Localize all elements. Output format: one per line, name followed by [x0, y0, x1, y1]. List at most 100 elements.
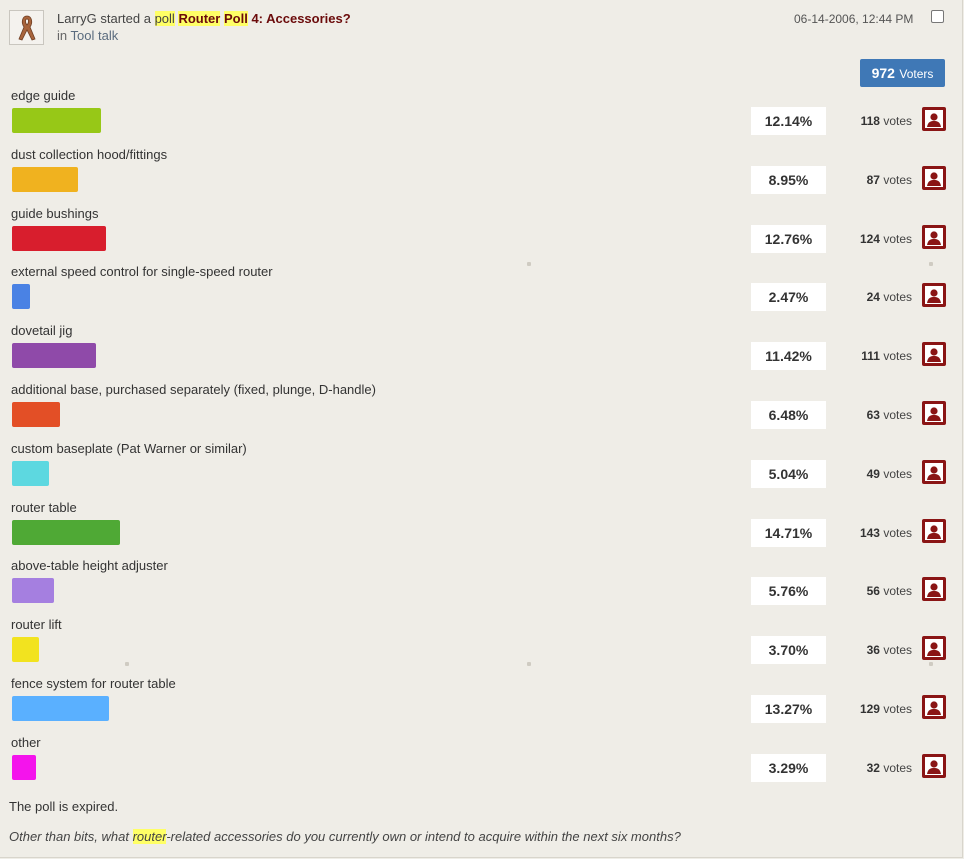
- question-part: -related accessories do you currently ow…: [166, 829, 681, 844]
- user-icon[interactable]: [922, 636, 946, 660]
- user-icon[interactable]: [922, 460, 946, 484]
- user-icon[interactable]: [922, 283, 946, 307]
- user-icon-graphic: [925, 286, 943, 304]
- option-percent: 5.76%: [751, 577, 826, 605]
- option-percent: 13.27%: [751, 695, 826, 723]
- question-highlight: router: [132, 829, 167, 844]
- option-bar: [12, 755, 36, 780]
- option-label: router table: [11, 500, 77, 515]
- votes-label: votes: [883, 761, 912, 775]
- user-icon[interactable]: [922, 107, 946, 131]
- option-percent: 12.76%: [751, 225, 826, 253]
- forum-link[interactable]: Tool talk: [71, 28, 119, 43]
- option-percent: 8.95%: [751, 166, 826, 194]
- user-icon-graphic: [925, 757, 943, 775]
- user-icon[interactable]: [922, 754, 946, 778]
- option-bar: [12, 167, 78, 192]
- option-percent: 12.14%: [751, 107, 826, 135]
- votes-label: votes: [883, 173, 912, 187]
- votes-label: votes: [883, 114, 912, 128]
- user-icon-graphic: [925, 345, 943, 363]
- poll-question: Other than bits, what router-related acc…: [9, 829, 681, 844]
- user-icon[interactable]: [922, 166, 946, 190]
- option-votes: 36 votes: [828, 636, 912, 664]
- vote-count: 36: [866, 643, 880, 657]
- option-label: custom baseplate (Pat Warner or similar): [11, 441, 247, 456]
- option-label: fence system for router table: [11, 676, 176, 691]
- poll-starter-line: LarryG started a poll Router Poll 4: Acc…: [57, 11, 351, 26]
- voters-badge[interactable]: 972 Voters: [860, 59, 945, 87]
- option-bar: [12, 108, 101, 133]
- user-icon[interactable]: [922, 225, 946, 249]
- select-checkbox[interactable]: [931, 10, 944, 23]
- votes-label: votes: [883, 408, 912, 422]
- option-votes: 24 votes: [828, 283, 912, 311]
- votes-label: votes: [883, 349, 912, 363]
- user-icon[interactable]: [922, 519, 946, 543]
- user-icon[interactable]: [922, 695, 946, 719]
- voters-count: 972: [871, 65, 895, 81]
- avatar[interactable]: [9, 10, 44, 45]
- ribbon-icon: [18, 15, 36, 41]
- poll-word: poll: [154, 11, 175, 26]
- option-label: other: [11, 735, 41, 750]
- poll-option-row: additional base, purchased separately (f…: [0, 382, 964, 440]
- poll-option-row: other 3.29% 32 votes: [0, 735, 964, 793]
- poll-title-part: Poll: [223, 11, 248, 26]
- option-percent: 2.47%: [751, 283, 826, 311]
- option-votes: 63 votes: [828, 401, 912, 429]
- user-icon-graphic: [925, 698, 943, 716]
- username[interactable]: LarryG: [57, 11, 97, 26]
- option-votes: 32 votes: [828, 754, 912, 782]
- votes-label: votes: [883, 526, 912, 540]
- votes-label: votes: [883, 290, 912, 304]
- option-votes: 87 votes: [828, 166, 912, 194]
- question-part: Other than bits, what: [9, 829, 133, 844]
- vote-count: 124: [859, 232, 880, 246]
- option-label: router lift: [11, 617, 62, 632]
- user-icon-graphic: [925, 110, 943, 128]
- option-label: external speed control for single-speed …: [11, 264, 273, 279]
- poll-option-row: guide bushings 12.76% 124 votes: [0, 206, 964, 264]
- poll-option-row: external speed control for single-speed …: [0, 264, 964, 322]
- option-label: additional base, purchased separately (f…: [11, 382, 376, 397]
- votes-label: votes: [883, 584, 912, 598]
- votes-label: votes: [883, 232, 912, 246]
- user-icon-graphic: [925, 639, 943, 657]
- poll-option-row: custom baseplate (Pat Warner or similar)…: [0, 441, 964, 499]
- option-percent: 14.71%: [751, 519, 826, 547]
- poll-title-part: 4: Accessories?: [251, 11, 351, 26]
- votes-label: votes: [883, 467, 912, 481]
- user-icon[interactable]: [922, 401, 946, 425]
- option-percent: 6.48%: [751, 401, 826, 429]
- user-icon-graphic: [925, 580, 943, 598]
- poll-option-row: router table 14.71% 143 votes: [0, 500, 964, 558]
- option-bar: [12, 637, 39, 662]
- option-votes: 118 votes: [828, 107, 912, 135]
- poll-title[interactable]: Router Poll 4: Accessories?: [178, 11, 351, 26]
- in-label: in: [57, 28, 68, 43]
- user-icon[interactable]: [922, 577, 946, 601]
- option-label: guide bushings: [11, 206, 99, 221]
- option-label: dust collection hood/fittings: [11, 147, 168, 162]
- option-votes: 124 votes: [828, 225, 912, 253]
- votes-label: votes: [883, 702, 912, 716]
- user-icon-graphic: [925, 522, 943, 540]
- option-bar: [12, 520, 120, 545]
- post-date: 06-14-2006, 12:44 PM: [794, 12, 914, 26]
- started-text: started a: [100, 11, 151, 26]
- option-bar: [12, 578, 54, 603]
- user-icon[interactable]: [922, 342, 946, 366]
- option-votes: 49 votes: [828, 460, 912, 488]
- poll-option-row: edge guide 12.14% 118 votes: [0, 88, 964, 146]
- vote-count: 111: [861, 349, 880, 363]
- poll-option-row: dust collection hood/fittings 8.95% 87 vot…: [0, 147, 964, 205]
- forum-line: in Tool talk: [57, 28, 118, 43]
- vote-count: 32: [866, 761, 880, 775]
- vote-count: 143: [859, 526, 880, 540]
- option-label: above-table height adjuster: [11, 558, 168, 573]
- option-votes: 129 votes: [828, 695, 912, 723]
- user-icon-graphic: [925, 169, 943, 187]
- option-bar: [12, 696, 109, 721]
- option-percent: 3.29%: [751, 754, 826, 782]
